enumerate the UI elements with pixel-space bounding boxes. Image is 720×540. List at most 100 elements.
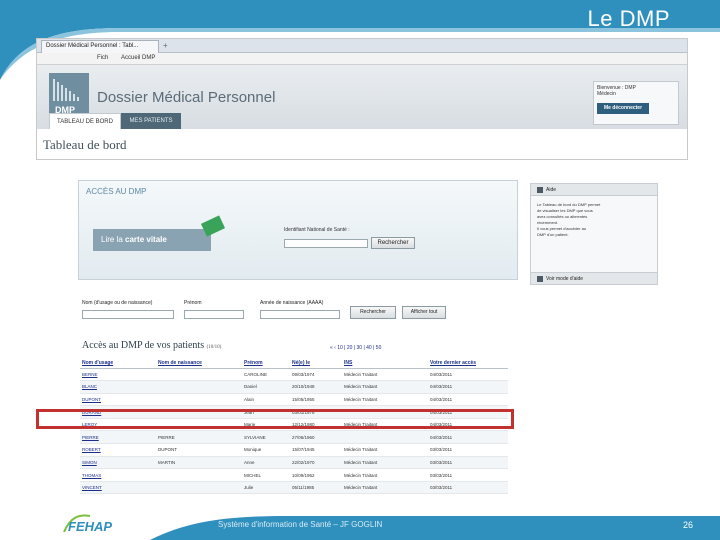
col-header[interactable]: Nom de naissance (156, 358, 242, 369)
table-cell[interactable]: ROBERT (80, 443, 156, 457)
page-title: Tableau de bord (43, 137, 127, 152)
table-row[interactable]: DUPONT Alain 15/05/1955 Médecin Traitant 04/… (80, 393, 508, 407)
table-row[interactable]: SIMON MARTIN Anne 22/02/1970 Médecin Traitan… (80, 456, 508, 470)
card-prefix: Lire la (101, 235, 123, 244)
pagination-prev[interactable]: « ‹ (330, 345, 336, 351)
col-header[interactable]: Né(e) le (290, 358, 342, 369)
table-cell: Médecin Traitant (342, 368, 406, 382)
table-cell: 15/05/1955 (290, 393, 342, 407)
col-header[interactable]: Votre dernier accès (428, 358, 508, 369)
browser-tab[interactable]: Dossier Médical Personnel : Tabl... (41, 40, 159, 53)
table-cell: 15/07/1945 (290, 443, 342, 457)
table-cell[interactable]: BERNE (80, 368, 156, 382)
dmp-header: DMP Dossier Médical Personnel Bienvenue … (37, 65, 687, 129)
table-cell[interactable]: BLANC (80, 380, 156, 394)
app-title: Dossier Médical Personnel (97, 89, 276, 106)
disconnect-button[interactable]: Me déconnecter (597, 103, 649, 114)
table-cell (342, 430, 406, 445)
table-cell[interactable]: SIMON (80, 456, 156, 470)
table-cell[interactable]: VINCENT (80, 481, 156, 495)
table-cell: MICHEL (242, 468, 290, 482)
table-cell: 03/03/2011 (428, 468, 508, 482)
nir-label: Identifiant National de Santé : (284, 227, 350, 233)
table-cell: 03/03/2011 (428, 481, 508, 495)
show-all-button[interactable]: Afficher tout (402, 306, 446, 319)
table-cell: PIERRE (156, 430, 242, 445)
table-cell[interactable]: PIERRE (80, 430, 156, 445)
patients-count: (10/10) (206, 345, 222, 350)
fehap-logo: FEHAP (63, 514, 112, 534)
table-cell (156, 368, 242, 382)
table-cell (406, 468, 428, 482)
table-cell (156, 481, 242, 495)
table-row[interactable]: BERNE CAROLINE 09/03/1974 Médecin Traitant 0… (80, 368, 508, 382)
table-cell: 10/09/1952 (290, 468, 342, 482)
table-cell: Julie (242, 481, 290, 495)
table-row[interactable]: PIERRE PIERRE SYLVIANE 27/06/1960 04/03/2011 (80, 430, 508, 445)
help-body: Le Tableau de bord du DMP permet de visu… (531, 196, 657, 238)
table-cell: SYLVIANE (242, 430, 290, 445)
table-cell (406, 481, 428, 495)
annee-label: Année de naissance (AAAA) (260, 300, 324, 306)
fehap-logo-text: FEHAP (68, 519, 112, 534)
user-box: Bienvenue : DMP Médecin Me déconnecter (593, 81, 679, 125)
help-header: Aide (531, 184, 657, 196)
table-cell[interactable]: DUPONT (80, 393, 156, 407)
table-row[interactable]: VINCENT Julie 05/11/1985 Médecin Traitant 03… (80, 481, 508, 495)
tab-mes-patients[interactable]: MES PATIENTS (121, 113, 181, 129)
card-label: carte vitale (125, 235, 167, 244)
slide-title: Le DMP (587, 6, 670, 31)
col-header (406, 358, 428, 369)
table-cell: Médecin Traitant (342, 393, 406, 407)
table-cell: Monique (242, 443, 290, 457)
menu-fichier[interactable]: Fich (97, 55, 108, 61)
table-cell: MARTIN (156, 456, 242, 470)
pagination: « ‹ 10 | 20 | 30 | 40 | 50 (330, 345, 381, 351)
user-role: Médecin (597, 91, 616, 97)
table-cell: 22/02/1970 (290, 456, 342, 470)
table-cell (406, 368, 428, 382)
table-row[interactable]: ROBERT DUPONT Monique 15/07/1945 Médecin Tra… (80, 443, 508, 457)
table-cell: Médecin Traitant (342, 380, 406, 394)
table-cell (406, 456, 428, 470)
tab-tableau-de-bord[interactable]: TABLEAU DE BORD (49, 113, 121, 129)
table-cell: CAROLINE (242, 368, 290, 382)
nom-input[interactable] (82, 310, 174, 319)
nir-input[interactable] (284, 239, 368, 248)
new-tab-button[interactable]: + (163, 41, 168, 50)
vitale-card-icon (200, 215, 226, 237)
search-button[interactable]: Rechercher (350, 306, 396, 319)
table-header-row: Nom d'usage Nom de naissance Prénom Né(e… (80, 358, 508, 369)
col-header[interactable]: INS (342, 358, 406, 369)
browser-window: Dossier Médical Personnel : Tabl... + Fi… (36, 38, 688, 160)
table-cell (406, 380, 428, 394)
help-more-link[interactable]: Voir mode d'aide (531, 272, 657, 284)
read-card-button[interactable]: Lire la carte vitale (93, 229, 211, 251)
pagination-pages[interactable]: 10 | 20 | 30 | 40 | 50 (337, 345, 381, 351)
menu-accueil[interactable]: Accueil DMP (121, 55, 155, 61)
highlight-box (36, 409, 514, 429)
table-cell: 04/03/2011 (428, 430, 508, 445)
table-cell: 04/03/2011 (428, 393, 508, 407)
table-cell: Alain (242, 393, 290, 407)
nir-search-button[interactable]: Rechercher (371, 237, 415, 249)
table-cell: DUPONT (156, 443, 242, 457)
table-cell: 05/11/1985 (290, 481, 342, 495)
annee-input[interactable] (260, 310, 340, 319)
table-cell: 27/06/1960 (290, 430, 342, 445)
table-row[interactable]: THOMAS MICHEL 10/09/1952 Médecin Traitant 03… (80, 468, 508, 482)
table-cell (406, 443, 428, 457)
access-title: ACCÈS AU DMP (86, 187, 147, 196)
patients-title-text: Accès au DMP de vos patients (82, 340, 205, 351)
table-cell: 09/03/1974 (290, 368, 342, 382)
col-header[interactable]: Nom d'usage (80, 358, 156, 369)
table-cell (406, 393, 428, 407)
table-cell[interactable]: THOMAS (80, 468, 156, 482)
table-cell (406, 430, 428, 445)
dmp-logo-icon (53, 79, 79, 101)
browser-tab-bar: Dossier Médical Personnel : Tabl... + (37, 39, 687, 53)
page-number: 26 (683, 520, 694, 530)
col-header[interactable]: Prénom (242, 358, 290, 369)
table-row[interactable]: BLANC Daniel 20/10/1948 Médecin Traitant 04/… (80, 380, 508, 394)
prenom-input[interactable] (184, 310, 244, 319)
